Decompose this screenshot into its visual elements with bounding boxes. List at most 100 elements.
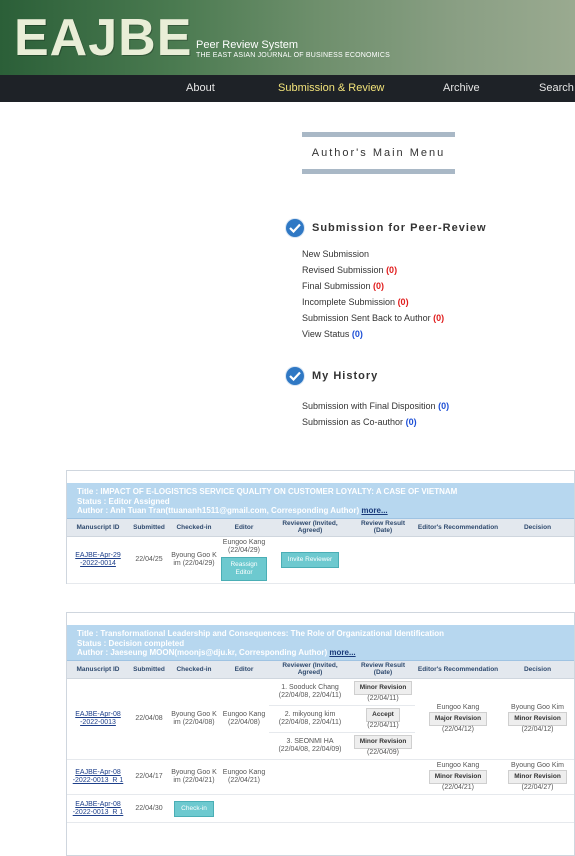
col-editor-recommendation: Editor's Recommendation xyxy=(415,660,501,679)
recommender-name: Eungoo Kang xyxy=(436,704,480,711)
section-title: Submission for Peer-Review xyxy=(312,222,487,234)
table-row: EAJBE-Apr-29 -2022-0014 22/04/25 Byoung … xyxy=(67,536,574,584)
submitted-date: 22/04/08 xyxy=(129,678,169,760)
checkmark-icon xyxy=(286,219,304,237)
site-logo[interactable]: EAJBE xyxy=(14,8,192,68)
editor: Eungoo Kang (22/04/21) xyxy=(219,759,269,795)
count-badge: (0) xyxy=(438,401,450,411)
recommendation-button[interactable]: Minor Revision xyxy=(428,770,488,784)
recommender-name: Eungoo Kang xyxy=(436,762,480,769)
more-link[interactable]: more... xyxy=(329,648,355,657)
col-manuscript-id: Manuscript ID xyxy=(67,518,129,537)
invite-reviewer-button[interactable]: Invite Reviewer xyxy=(280,552,340,568)
review-result-button[interactable]: Minor Revision xyxy=(353,735,413,749)
col-reviewer: Reviewer (Invited, Agreed) xyxy=(269,518,351,537)
decider-name: Byoung Goo Kim xyxy=(511,762,564,769)
manuscript-title: Title : Transformational Leadership and … xyxy=(77,629,445,638)
menu-final-submission[interactable]: Final Submission (0) xyxy=(302,278,444,294)
review-result-date: (22/04/09) xyxy=(367,749,399,756)
journal-name: THE EAST ASIAN JOURNAL OF BUSINESS ECONO… xyxy=(196,52,390,59)
submitted-date: 22/04/25 xyxy=(129,536,169,584)
peer-review-menu: New Submission Revised Submission (0) Fi… xyxy=(302,246,444,342)
check-in-button[interactable]: Check-in xyxy=(174,800,214,817)
divider xyxy=(302,169,455,174)
manuscript-status: Status : Decision completed xyxy=(77,638,185,648)
reviewer-dates: (22/04/08, 22/04/11) xyxy=(278,719,342,726)
review-result-button[interactable]: Accept xyxy=(366,708,400,722)
main-menu-title-box: Author's Main Menu xyxy=(302,132,455,176)
manuscript-panel: Title : Transformational Leadership and … xyxy=(66,612,575,856)
decision-date: (22/04/12) xyxy=(521,726,554,733)
recommendation-date: (22/04/12) xyxy=(442,726,474,733)
manuscript-table: Manuscript ID Submitted Checked-in Edito… xyxy=(67,660,574,823)
manuscript-id-link[interactable]: EAJBE-Apr-08 -2022-0013 xyxy=(75,711,121,726)
decision-date: (22/04/27) xyxy=(521,784,554,791)
manuscript-header: Title : IMPACT OF E-LOGISTICS SERVICE QU… xyxy=(67,483,574,519)
col-reviewer: Reviewer (Invited, Agreed) xyxy=(269,660,351,679)
submitted-date: 22/04/17 xyxy=(129,759,169,795)
manuscript-id-link[interactable]: EAJBE-Apr-08 -2022-0013_R 1 xyxy=(73,769,124,784)
history-menu: Submission with Final Disposition (0) Su… xyxy=(302,398,449,430)
site-header: EAJBE Peer Review System THE EAST ASIAN … xyxy=(0,0,575,75)
col-manuscript-id: Manuscript ID xyxy=(67,660,129,679)
menu-co-author[interactable]: Submission as Co-author (0) xyxy=(302,414,449,430)
submitted-date: 22/04/30 xyxy=(129,794,169,823)
count-badge: (0) xyxy=(373,281,385,291)
review-result-date: (22/04/11) xyxy=(367,722,399,729)
nav-search[interactable]: Search xyxy=(539,75,574,102)
manuscript-author: Author : Jaeseung MOON(moonjs@dju.kr, Co… xyxy=(77,648,328,657)
editor-date: (22/04/29) xyxy=(228,547,260,554)
reviewer-name: 3. SEONMI HA xyxy=(286,738,334,745)
menu-sent-back-to-author[interactable]: Submission Sent Back to Author (0) xyxy=(302,310,444,326)
manuscript-id-link[interactable]: EAJBE-Apr-29 -2022-0014 xyxy=(75,552,121,567)
manuscript-id-link[interactable]: EAJBE-Apr-08 -2022-0013_R 1 xyxy=(73,801,124,816)
nav-archive[interactable]: Archive xyxy=(443,75,480,102)
table-row: EAJBE-Apr-08 -2022-0013 22/04/08 Byoung … xyxy=(67,678,574,760)
manuscript-title: Title : IMPACT OF E-LOGISTICS SERVICE QU… xyxy=(77,487,458,496)
decider-name: Byoung Goo Kim xyxy=(511,704,564,711)
reassign-editor-button[interactable]: Reassign Editor xyxy=(221,557,267,581)
checked-in: Byoung Goo K im (22/04/21) xyxy=(169,759,219,795)
menu-incomplete-submission[interactable]: Incomplete Submission (0) xyxy=(302,294,444,310)
decision-button[interactable]: Minor Revision xyxy=(508,712,567,726)
count-badge: (0) xyxy=(397,297,409,307)
reviewer-name: 1. Sooduck Chang xyxy=(281,684,339,691)
checked-in: Byoung Goo K im (22/04/29) xyxy=(169,536,219,584)
manuscript-author: Author : Anh Tuan Tran(ttuananh1511@gmai… xyxy=(77,506,360,515)
col-editor-recommendation: Editor's Recommendation xyxy=(415,518,501,537)
count-badge: (0) xyxy=(405,417,417,427)
nav-about[interactable]: About xyxy=(186,75,215,102)
checkmark-icon xyxy=(286,367,304,385)
decision-button[interactable]: Minor Revision xyxy=(508,770,567,784)
editor: Eungoo Kang (22/04/08) xyxy=(219,678,269,760)
col-checked-in: Checked-in xyxy=(169,660,219,679)
count-badge: (0) xyxy=(351,329,363,339)
col-review-result: Review Result (Date) xyxy=(351,518,415,537)
menu-final-disposition[interactable]: Submission with Final Disposition (0) xyxy=(302,398,449,414)
reviewer-dates: (22/04/08, 22/04/11) xyxy=(278,692,342,699)
menu-new-submission[interactable]: New Submission xyxy=(302,246,444,262)
menu-revised-submission[interactable]: Revised Submission (0) xyxy=(302,262,444,278)
recommendation-date: (22/04/21) xyxy=(442,784,474,791)
count-badge: (0) xyxy=(433,313,445,323)
table-row: EAJBE-Apr-08 -2022-0013_R 1 22/04/17 Byo… xyxy=(67,759,574,795)
recommendation-button[interactable]: Major Revision xyxy=(428,712,488,726)
col-editor: Editor xyxy=(219,660,269,679)
manuscript-panel: Title : IMPACT OF E-LOGISTICS SERVICE QU… xyxy=(66,470,575,584)
checked-in: Byoung Goo K im (22/04/08) xyxy=(169,678,219,760)
nav-submission-review[interactable]: Submission & Review xyxy=(278,75,384,102)
divider xyxy=(302,132,455,137)
manuscript-header: Title : Transformational Leadership and … xyxy=(67,625,574,661)
col-review-result: Review Result (Date) xyxy=(351,660,415,679)
menu-view-status[interactable]: View Status (0) xyxy=(302,326,444,342)
more-link[interactable]: more... xyxy=(361,506,387,515)
review-result-date: (22/04/11) xyxy=(367,695,399,702)
table-row: EAJBE-Apr-08 -2022-0013_R 1 22/04/30 Che… xyxy=(67,794,574,823)
peer-review-section-heading: Submission for Peer-Review xyxy=(286,218,487,238)
reviewer-dates: (22/04/08, 22/04/09) xyxy=(278,746,342,753)
site-subtitle: Peer Review System xyxy=(196,39,299,51)
col-editor: Editor xyxy=(219,518,269,537)
section-title: My History xyxy=(312,370,379,382)
review-result-button[interactable]: Minor Revision xyxy=(353,681,413,695)
col-decision: Decision xyxy=(501,660,574,679)
